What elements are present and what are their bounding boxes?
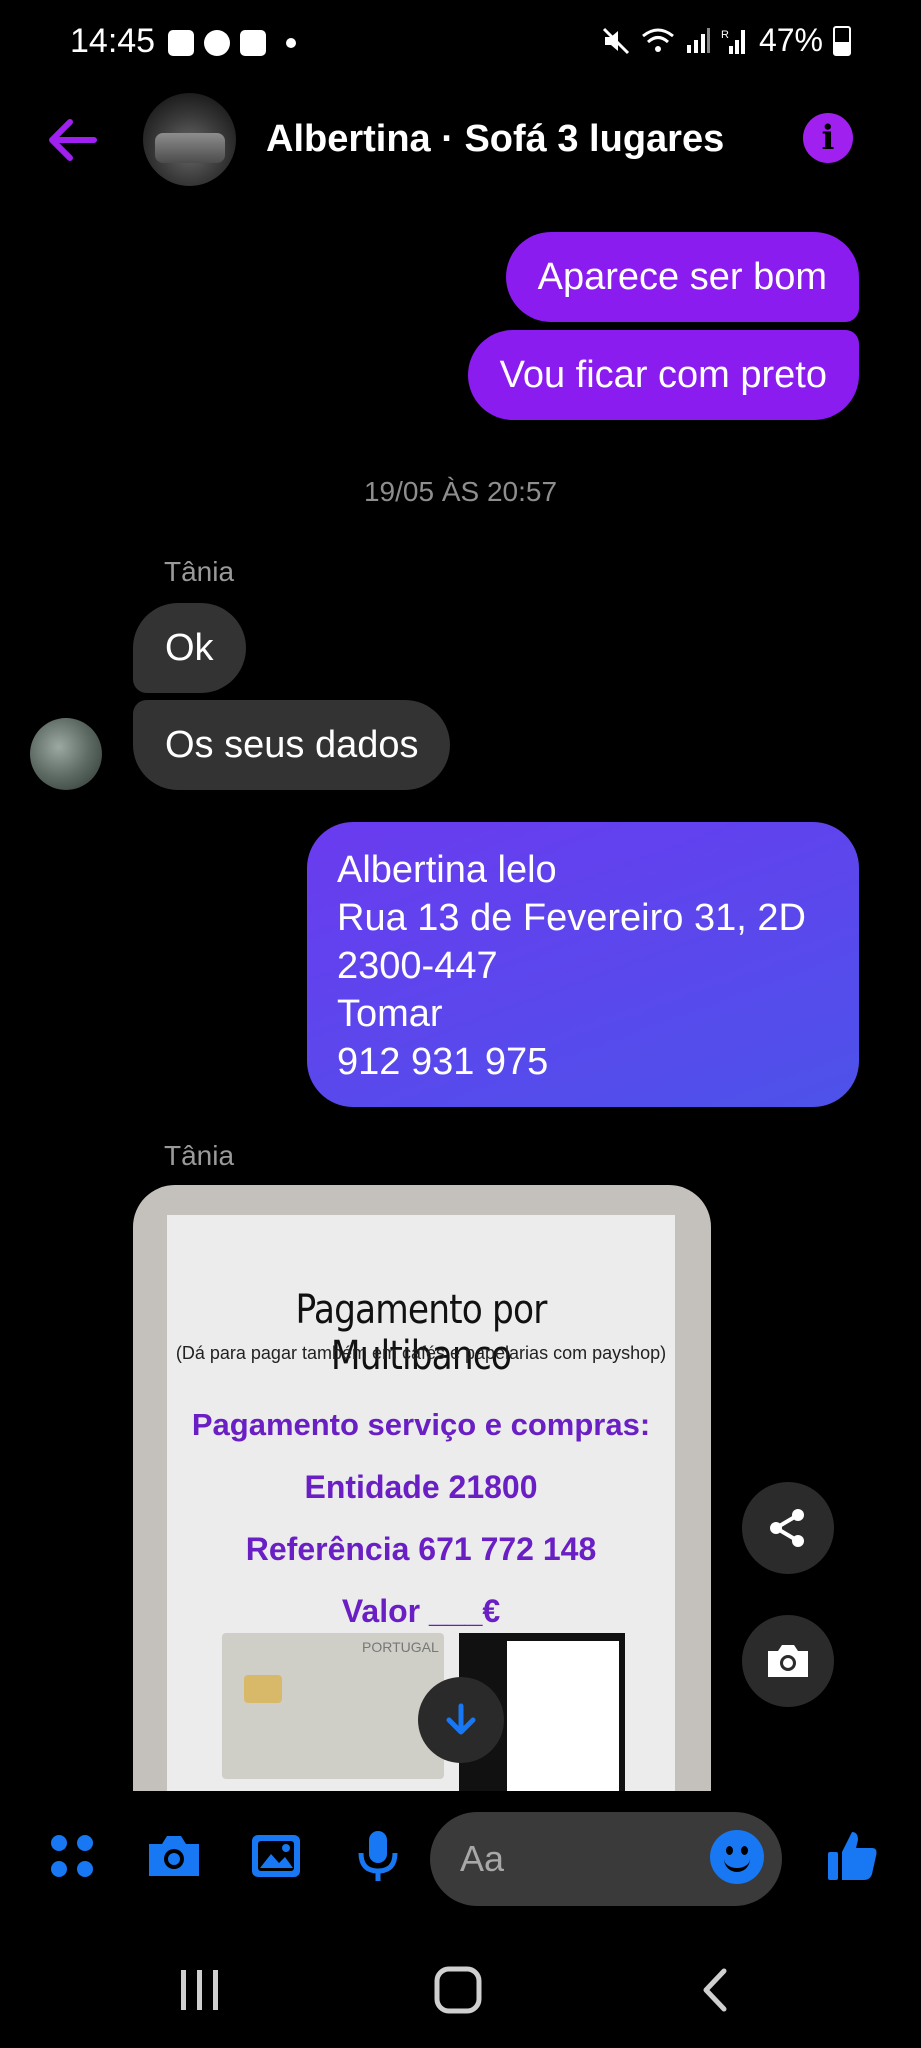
home-icon (434, 1966, 482, 2014)
grid-icon (51, 1835, 93, 1877)
sender-name: Tânia (164, 1140, 235, 1171)
gallery-icon (168, 30, 194, 56)
payment-line: Pagamento serviço e compras: (191, 1407, 651, 1442)
share-icon (770, 1509, 804, 1547)
like-button[interactable] (822, 1826, 882, 1886)
whatsapp-icon (204, 30, 230, 56)
message-text: Os seus dados (165, 724, 419, 766)
sender-avatar[interactable] (30, 718, 102, 790)
emoji-icon (724, 1852, 750, 1872)
address-street: Rua 13 de Fevereiro 31, 2D (337, 897, 806, 939)
message-placeholder: Aa (460, 1838, 505, 1879)
message-text: Aparece ser bom (537, 256, 827, 298)
payment-subtitle: (Dá para pagar também em cafés e papelar… (175, 1343, 667, 1363)
microphone-icon (358, 1831, 398, 1881)
payment-entity: Entidade 21800 (304, 1469, 538, 1505)
outgoing-message[interactable]: Aparece ser bom (505, 232, 859, 322)
mute-icon (602, 27, 630, 54)
emoji-button[interactable] (710, 1830, 764, 1884)
camera-icon (149, 1836, 199, 1876)
outgoing-message-address[interactable]: Albertina lelo Rua 13 de Fevereiro 31, 2… (307, 822, 859, 1107)
signal-r-icon: R (721, 29, 745, 54)
voice-button[interactable] (348, 1826, 408, 1886)
battery-percent: 47% (758, 22, 823, 58)
gallery-button[interactable] (246, 1826, 306, 1886)
incoming-message[interactable]: Os seus dados (133, 700, 451, 790)
wifi-icon (642, 28, 674, 52)
save-photo-button[interactable] (742, 1615, 834, 1707)
address-name: Albertina lelo (337, 849, 557, 891)
apps-button[interactable] (42, 1826, 102, 1886)
back-button[interactable] (686, 1960, 746, 2020)
arrow-down-icon (446, 1703, 476, 1735)
svg-text:R: R (721, 29, 729, 41)
image-icon (252, 1835, 300, 1877)
sender-name: Tânia (164, 556, 235, 587)
conversation-title[interactable]: Albertina · Sofá 3 lugares (266, 118, 724, 161)
outgoing-message[interactable]: Vou ficar com preto (467, 330, 859, 420)
back-chevron-icon (703, 1968, 727, 2012)
camera-app-icon (240, 30, 266, 56)
message-timestamp: 19/05 ÀS 20:57 (363, 476, 558, 507)
sofa-thumbnail (155, 133, 225, 163)
scroll-to-bottom-button[interactable] (418, 1677, 504, 1763)
pdf-page (507, 1641, 619, 1791)
info-icon: i (821, 118, 835, 158)
address-city: Tomar (337, 993, 443, 1035)
camera-button[interactable] (144, 1826, 204, 1886)
share-button[interactable] (742, 1482, 834, 1574)
status-time: 14:45 (70, 22, 156, 60)
status-icons-left (168, 26, 296, 60)
status-right: R 47% (601, 22, 851, 59)
thumbs-up-icon (828, 1832, 877, 1880)
recents-icon (181, 1970, 218, 2010)
battery-icon (833, 25, 851, 56)
payment-title: Pagamento por Multibanco (295, 1287, 548, 1379)
camera-icon (768, 1645, 808, 1677)
home-button[interactable] (428, 1960, 488, 2020)
card-chip (244, 1675, 282, 1703)
conversation-avatar[interactable] (143, 93, 236, 186)
dot-icon (286, 38, 296, 48)
back-arrow-icon[interactable] (44, 112, 100, 168)
address-phone: 912 931 975 (337, 1041, 549, 1083)
signal-icon (686, 27, 710, 53)
id-card-image: PORTUGAL (222, 1633, 444, 1779)
payment-reference: Referência 671 772 148 (245, 1531, 597, 1567)
incoming-message[interactable]: Ok (133, 603, 246, 693)
message-text: Ok (165, 627, 214, 669)
message-text: Vou ficar com preto (499, 354, 827, 396)
address-postcode: 2300-447 (337, 945, 498, 987)
card-country: PORTUGAL (362, 1639, 439, 1655)
payment-value: Valor ___€ (341, 1593, 501, 1629)
recents-button[interactable] (170, 1960, 230, 2020)
info-button[interactable]: i (803, 113, 853, 163)
